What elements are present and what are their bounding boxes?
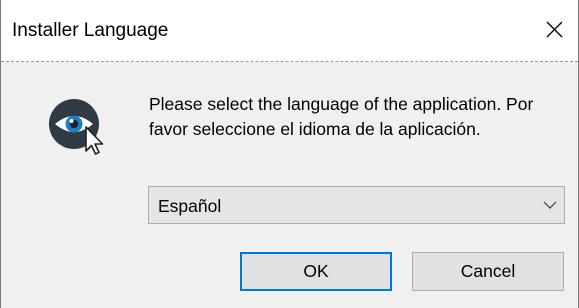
- close-button[interactable]: [530, 0, 578, 61]
- cancel-button[interactable]: Cancel: [412, 252, 564, 291]
- chevron-down-icon: [543, 201, 557, 209]
- language-select[interactable]: Español: [148, 186, 565, 224]
- installer-language-dialog: Installer Language Please select the lan…: [0, 0, 579, 308]
- title-bar: Installer Language: [1, 0, 578, 62]
- ok-button[interactable]: OK: [240, 252, 392, 291]
- language-prompt-text: Please select the language of the applic…: [149, 94, 534, 139]
- close-icon: [546, 21, 563, 38]
- eye-with-cursor-icon: [46, 96, 110, 160]
- window-title: Installer Language: [12, 20, 169, 41]
- language-select-value: Español: [158, 196, 222, 216]
